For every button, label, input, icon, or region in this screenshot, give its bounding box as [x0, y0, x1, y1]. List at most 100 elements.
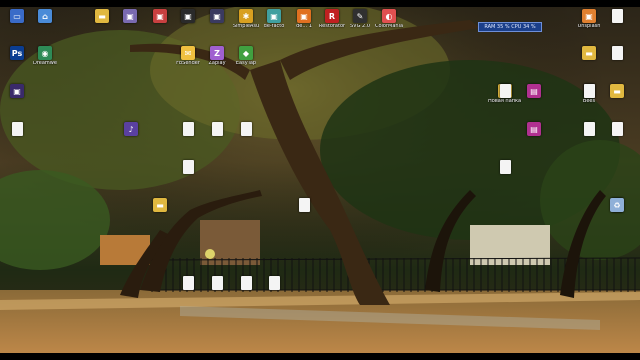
- desktop-icon[interactable]: ▣: [145, 9, 175, 39]
- desktop-icon[interactable]: [259, 276, 289, 306]
- app-icon: ◆: [239, 46, 253, 60]
- system-monitor-gadget[interactable]: RAM 35 % CPU 34 %: [478, 22, 542, 32]
- desktop-icon[interactable]: [289, 198, 319, 228]
- desktop-icon[interactable]: ▣: [202, 9, 232, 39]
- document-icon: [211, 276, 223, 290]
- desktop-icon[interactable]: ▬: [145, 198, 175, 228]
- app-icon: ▣: [153, 9, 167, 23]
- document-icon: [499, 84, 511, 98]
- desktop-icon[interactable]: ▣: [2, 84, 32, 114]
- desktop-icon[interactable]: ▭: [2, 9, 32, 39]
- desktop-icon[interactable]: Z Zaplay: [202, 46, 232, 76]
- folder-icon: ▬: [153, 198, 167, 212]
- document-icon: [583, 122, 595, 136]
- desktop-icon[interactable]: ▬: [574, 46, 604, 76]
- desktop-icon-label: Unsplash: [577, 24, 601, 29]
- desktop-icon[interactable]: ▣: [115, 9, 145, 39]
- document-icon: [583, 84, 595, 98]
- app-icon: ▣: [582, 9, 596, 23]
- desktop-icon-label: de... 1: [296, 24, 312, 29]
- desktop-icon[interactable]: ◉ Dreamwe: [30, 46, 60, 76]
- app-icon: ▣: [267, 9, 281, 23]
- desktop-icon[interactable]: [173, 122, 203, 152]
- desktop-icon-label: de-facto: [263, 24, 285, 29]
- app-icon: ▣: [297, 9, 311, 23]
- desktop-icon[interactable]: ✉ FbSender: [173, 46, 203, 76]
- wallpaper: [0, 0, 640, 360]
- app-icon: ▣: [123, 9, 137, 23]
- desktop-icon[interactable]: ⌂: [30, 9, 60, 39]
- desktop-icon[interactable]: [173, 276, 203, 306]
- desktop-icon-label: EasyTap: [235, 61, 257, 66]
- app-icon: ▣: [181, 9, 195, 23]
- desktop-icon[interactable]: ▣ de... 1: [289, 9, 319, 39]
- desktop-icon[interactable]: [231, 276, 261, 306]
- archive-icon: ▤: [527, 122, 541, 136]
- palette-icon: ◐: [382, 9, 396, 23]
- photoshop-icon: Ps: [10, 46, 24, 60]
- app-icon: Z: [210, 46, 224, 60]
- folder-icon: ▬: [95, 9, 109, 23]
- res-icon: R: [325, 9, 339, 23]
- desktop-icon[interactable]: [490, 160, 520, 190]
- desktop-icon[interactable]: [2, 122, 32, 152]
- app-icon: ♪: [124, 122, 138, 136]
- document-icon: [240, 276, 252, 290]
- desktop-icon[interactable]: [602, 122, 632, 152]
- desktop-icon[interactable]: [173, 160, 203, 190]
- document-icon: [499, 160, 511, 174]
- document-icon: [611, 9, 623, 23]
- top-letterbox: [0, 0, 640, 7]
- desktop: RAM 35 % CPU 34 % ▭ ⌂ ▬ ▣ ▣ ▣ ▣ ✱ SimpleAsu ▣ de-f…: [0, 0, 640, 360]
- bottom-letterbox: [0, 353, 640, 360]
- desktop-icon[interactable]: ✱ SimpleAsu: [231, 9, 261, 39]
- desktop-icon-label: FbSender: [176, 61, 200, 66]
- app-icon: ✎: [353, 9, 367, 23]
- document-icon: [182, 276, 194, 290]
- desktop-icon[interactable]: Ps: [2, 46, 32, 76]
- desktop-icon[interactable]: ▬: [602, 84, 632, 114]
- app-icon: ✉: [181, 46, 195, 60]
- desktop-icon[interactable]: [574, 122, 604, 152]
- document-icon: [182, 122, 194, 136]
- document-icon: [268, 276, 280, 290]
- desktop-icon-label: Restorator: [318, 24, 346, 29]
- document-icon: [182, 160, 194, 174]
- document-icon: [611, 46, 623, 60]
- desktop-icon-label: ColorMania: [374, 24, 404, 29]
- computer-icon: ▭: [10, 9, 24, 23]
- desktop-icon-label: Dreamwe: [33, 61, 57, 66]
- document-icon: [240, 122, 252, 136]
- desktop-icon[interactable]: R Restorator: [317, 9, 347, 39]
- desktop-icon[interactable]: [490, 84, 520, 114]
- desktop-icon[interactable]: ▤: [519, 122, 549, 152]
- desktop-icon[interactable]: [202, 122, 232, 152]
- desktop-icon[interactable]: [602, 46, 632, 76]
- desktop-icon[interactable]: [231, 122, 261, 152]
- app-icon: ▣: [210, 9, 224, 23]
- desktop-icon[interactable]: Bees: [574, 84, 604, 114]
- document-icon: [298, 198, 310, 212]
- desktop-icon[interactable]: ◐ ColorMania: [374, 9, 404, 39]
- desktop-icon[interactable]: ✎ SVG 2.0: [345, 9, 375, 39]
- desktop-icon[interactable]: ◆ EasyTap: [231, 46, 261, 76]
- desktop-icon[interactable]: ▬: [87, 9, 117, 39]
- desktop-icon-label: Bees: [582, 99, 596, 104]
- desktop-icon[interactable]: ♪: [116, 122, 146, 152]
- desktop-icon-label: SimpleAsu: [232, 24, 260, 29]
- desktop-icon-label: SVG 2.0: [349, 24, 370, 29]
- desktop-icon[interactable]: ♻: [602, 198, 632, 228]
- folder-icon: ▬: [582, 46, 596, 60]
- document-icon: [11, 122, 23, 136]
- network-icon: ⌂: [38, 9, 52, 23]
- desktop-icon[interactable]: [602, 9, 632, 39]
- desktop-icon[interactable]: ▣ de-facto: [259, 9, 289, 39]
- globe-icon: ◉: [38, 46, 52, 60]
- app-icon: ▣: [10, 84, 24, 98]
- folder-icon: ▬: [610, 84, 624, 98]
- desktop-icon[interactable]: ▤: [519, 84, 549, 114]
- desktop-icon[interactable]: ▣ Unsplash: [574, 9, 604, 39]
- desktop-icon[interactable]: [202, 276, 232, 306]
- recycle-bin-icon: ♻: [610, 198, 624, 212]
- desktop-icon[interactable]: ▣: [173, 9, 203, 39]
